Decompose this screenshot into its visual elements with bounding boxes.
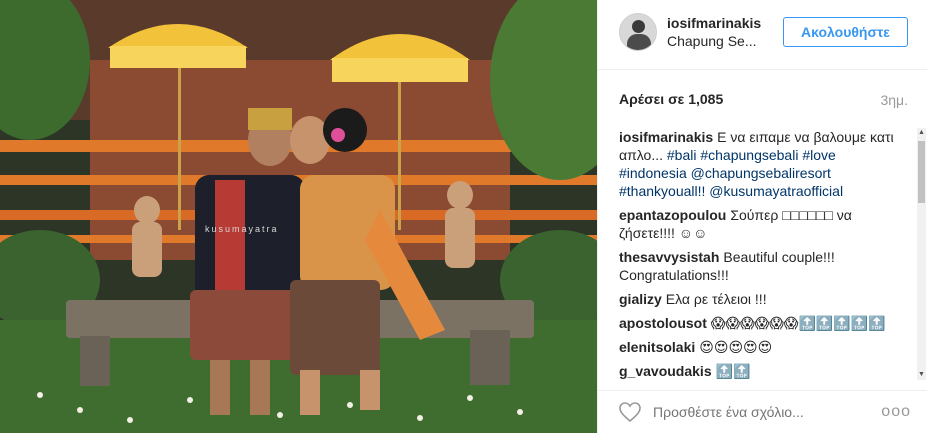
post-image[interactable]: kusumayatra: [0, 0, 597, 433]
post-header: iosifmarinakis Chapung Se... Ακολουθήστε: [598, 0, 927, 70]
scroll-up-arrow-icon[interactable]: ▲: [918, 128, 925, 138]
photo-watermark: kusumayatra: [205, 224, 279, 234]
comment-text: 😍😍😍😍😍: [699, 339, 773, 355]
list-item: apostolousot 😱😱😱😱😱😱🔝🔝🔝🔝🔝: [619, 314, 907, 332]
post-sidebar: iosifmarinakis Chapung Se... Ακολουθήστε…: [597, 0, 927, 433]
comment-text: 🔝🔝: [715, 363, 751, 379]
scroll-down-arrow-icon[interactable]: ▼: [918, 370, 925, 380]
comment-text: 😱😱😱😱😱😱🔝🔝🔝🔝🔝: [710, 315, 886, 331]
list-item: elenitsolaki 😍😍😍😍😍: [619, 338, 907, 356]
caption-username[interactable]: iosifmarinakis: [619, 129, 713, 145]
comments-scrollbar[interactable]: ▲ ▼: [917, 128, 926, 380]
post-image-illustration: kusumayatra: [0, 0, 597, 433]
heart-icon[interactable]: [618, 401, 642, 423]
comment-username[interactable]: thesavvysistah: [619, 249, 719, 265]
list-item: gializy Ελα ρε τέλειοι !!!: [619, 290, 907, 308]
add-comment-input[interactable]: [653, 404, 873, 420]
scroll-thumb[interactable]: [918, 141, 925, 203]
follow-button[interactable]: Ακολουθήστε: [783, 17, 908, 47]
comment-text: Ελα ρε τέλειοι !!!: [665, 291, 767, 307]
comment-username[interactable]: gializy: [619, 291, 662, 307]
list-item: thesavvysistah Beautiful couple!!! Congra…: [619, 248, 907, 284]
more-options-icon[interactable]: ooo: [881, 403, 911, 421]
caption: iosifmarinakis Ε να ειπαμε να βαλουμε κατ…: [619, 128, 907, 200]
avatar[interactable]: [619, 13, 657, 51]
comment-username[interactable]: epantazopoulou: [619, 207, 726, 223]
comments-list: iosifmarinakis Ε να ειπαμε να βαλουμε κατ…: [619, 128, 907, 379]
comment-username[interactable]: g_vavoudakis: [619, 363, 712, 379]
comment-username[interactable]: elenitsolaki: [619, 339, 695, 355]
list-item: g_vavoudakis 🔝🔝: [619, 362, 907, 379]
post-footer: ooo: [598, 390, 927, 433]
likes-count[interactable]: Αρέσει σε 1,085: [619, 91, 723, 107]
comment-username[interactable]: apostolousot: [619, 315, 707, 331]
header-location[interactable]: Chapung Se...: [667, 33, 757, 49]
header-username[interactable]: iosifmarinakis: [667, 15, 761, 31]
list-item: epantazopoulou Σούπερ □□□□□□ να ζήσετε!!!…: [619, 206, 907, 242]
post-time[interactable]: 3ημ.: [880, 92, 908, 108]
